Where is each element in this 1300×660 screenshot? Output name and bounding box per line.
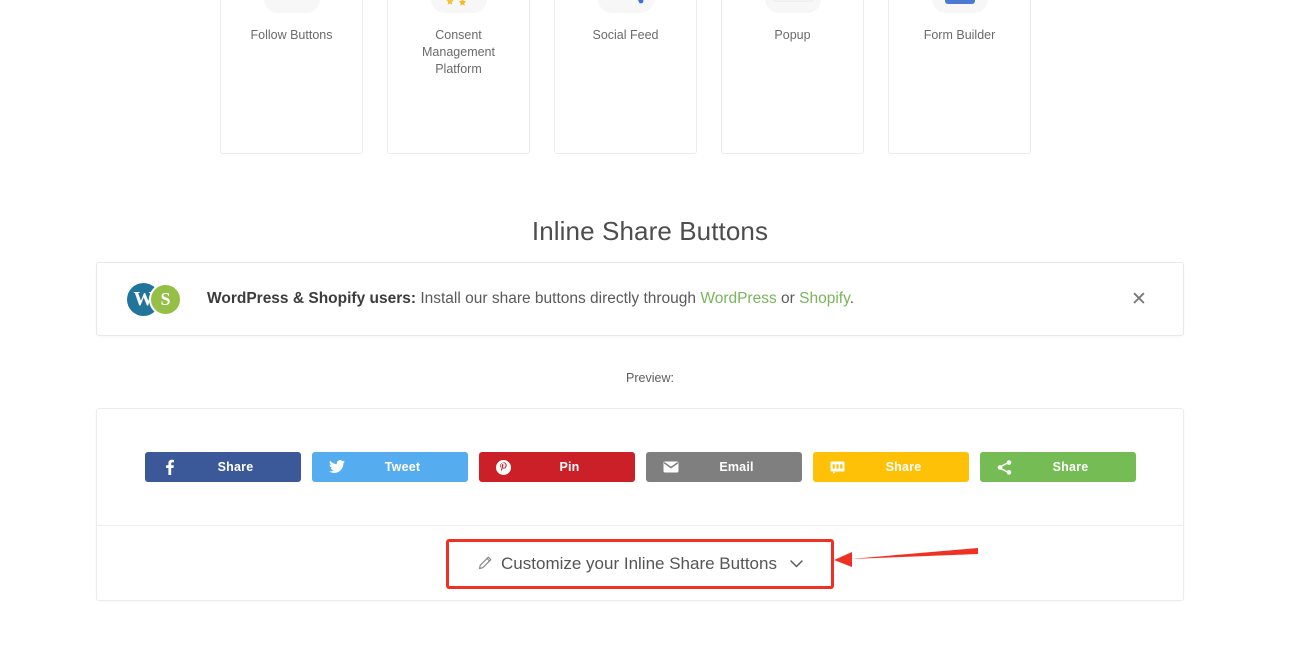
share-button-twitter[interactable]: Tweet	[311, 452, 468, 482]
share-buttons-row: Share Tweet Pin Email Share Share	[97, 409, 1183, 526]
notice-text-3: .	[849, 290, 854, 307]
product-card-form-builder[interactable]: Form Builder	[888, 0, 1031, 154]
preview-card: Share Tweet Pin Email Share Share Custom…	[96, 408, 1184, 601]
customize-label: Customize your Inline Share Buttons	[501, 553, 777, 573]
wordpress-link[interactable]: WordPress	[700, 290, 776, 307]
page-title: Inline Share Buttons	[531, 216, 769, 246]
preview-label: Preview:	[626, 371, 674, 385]
share-button-label: Share	[217, 460, 254, 474]
page-root: 1 Follow Buttons	[0, 0, 1300, 660]
share-button-sms[interactable]: Share	[812, 452, 969, 482]
product-card-popup[interactable]: Popup	[721, 0, 864, 154]
product-card-label: Follow Buttons	[250, 28, 333, 42]
customize-row: Customize your Inline Share Buttons	[97, 526, 1183, 601]
notice-logos: W S	[127, 281, 185, 317]
share-icon	[994, 459, 1016, 475]
share-button-label: Share	[885, 460, 922, 474]
pencil-icon	[477, 556, 492, 571]
close-icon[interactable]: ✕	[1125, 285, 1153, 313]
twitter-icon	[326, 460, 348, 474]
share-button-email[interactable]: Email	[645, 452, 802, 482]
share-button-label: Email	[719, 460, 754, 474]
notice-text-2: or	[776, 290, 800, 307]
product-card-label: Social Feed	[592, 28, 659, 42]
share-button-label: Tweet	[384, 460, 421, 474]
share-button-sharethis[interactable]: Share	[979, 452, 1136, 482]
product-card-social-feed[interactable]: f Soc	[554, 0, 697, 154]
share-button-label: Share	[1052, 460, 1089, 474]
shopify-logo-icon: S	[149, 283, 182, 316]
sms-icon	[827, 461, 849, 474]
share-button-facebook[interactable]: Share	[144, 452, 301, 482]
share-button-label: Pin	[559, 460, 580, 474]
product-card-consent-management[interactable]: Consent Management Platform	[387, 0, 530, 154]
popup-icon	[764, 0, 821, 13]
share-button-pinterest[interactable]: Pin	[478, 452, 635, 482]
product-cards-strip: 1 Follow Buttons	[220, 0, 1080, 154]
product-card-label: Consent Management Platform	[422, 28, 495, 76]
product-card-follow-buttons[interactable]: 1 Follow Buttons	[220, 0, 363, 154]
shopify-link[interactable]: Shopify	[799, 290, 850, 307]
consent-management-icon	[430, 0, 487, 13]
product-card-label: Popup	[774, 28, 811, 42]
product-card-label: Form Builder	[923, 28, 996, 42]
customize-inline-share-buttons-dropdown[interactable]: Customize your Inline Share Buttons	[446, 538, 834, 589]
pinterest-icon	[493, 459, 515, 475]
facebook-icon	[159, 459, 181, 475]
email-icon	[660, 461, 682, 473]
social-feed-icon: f	[597, 0, 654, 13]
notice-bold-prefix: WordPress & Shopify users:	[207, 290, 417, 307]
chevron-down-icon	[790, 556, 803, 571]
form-builder-icon	[931, 0, 988, 13]
notice-text-1: Install our share buttons directly throu…	[416, 290, 701, 307]
wordpress-shopify-notice: W S WordPress & Shopify users: Install o…	[96, 262, 1184, 336]
notice-message: WordPress & Shopify users: Install our s…	[207, 288, 1125, 310]
follow-buttons-icon: 1	[263, 0, 320, 13]
